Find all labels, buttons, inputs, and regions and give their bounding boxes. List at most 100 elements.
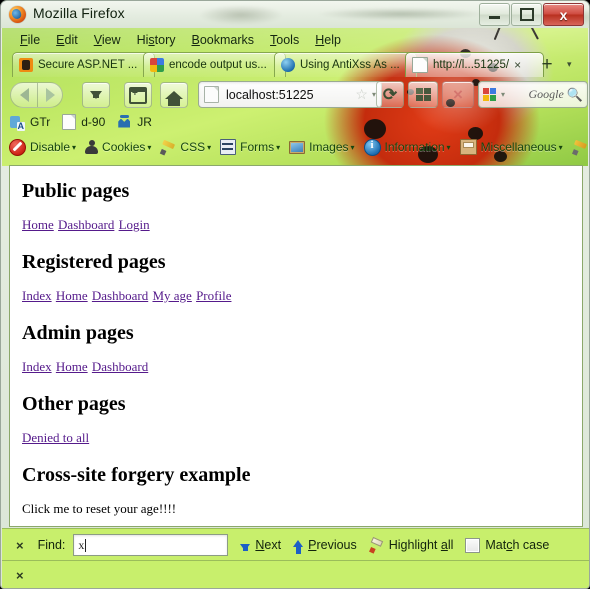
miscellaneous-icon	[459, 139, 477, 155]
browser-chrome: File Edit View History Bookmarks Tools H…	[2, 28, 588, 166]
find-previous-button[interactable]: Previous	[293, 538, 357, 554]
find-close-icon[interactable]: ×	[16, 538, 24, 553]
firefox-logo-icon	[9, 6, 26, 23]
match-case-checkbox[interactable]: Match case	[465, 537, 550, 553]
apps-button[interactable]	[408, 81, 438, 108]
navigation-toolbar: localhost:51225 ☆ ▾ ⟳ × ▾ Google 🔍	[2, 78, 588, 108]
bookmark-label: d-90	[81, 115, 106, 129]
status-close-icon[interactable]: ×	[16, 568, 24, 583]
stop-button[interactable]: ×	[442, 81, 474, 108]
find-bar: × Find: x Next Previous Highlight all Ma…	[2, 528, 589, 561]
link-public-login[interactable]: Login	[119, 217, 150, 232]
tab-secure-aspnet[interactable]: Secure ASP.NET ...	[12, 52, 155, 77]
devbar-item-miscellaneous[interactable]: Miscellaneous ▾	[459, 139, 563, 155]
minimize-icon	[489, 16, 500, 19]
link-admin-index[interactable]: Index	[22, 359, 52, 374]
find-input[interactable]: x	[73, 534, 229, 556]
find-next-button[interactable]: Next	[240, 538, 281, 552]
web-developer-toolbar: Disable ▾ Cookies ▾ CSS ▾ Forms ▾ Images	[2, 134, 588, 160]
bookmark-gtr[interactable]: GTr	[10, 115, 51, 131]
url-bar[interactable]: localhost:51225 ☆ ▾	[198, 81, 382, 108]
devbar-item-outline[interactable]: Ou	[572, 140, 588, 155]
tab-close-icon[interactable]: ×	[514, 59, 521, 71]
subscribe-icon	[129, 86, 147, 104]
forward-button[interactable]	[37, 82, 63, 108]
reload-button[interactable]: ⟳	[376, 81, 404, 108]
forms-icon	[220, 139, 237, 155]
tab-using-antixss[interactable]: Using AntiXss As ...	[274, 52, 417, 77]
bookmark-jr[interactable]: JR	[117, 114, 152, 130]
bookmark-d90[interactable]: d-90	[62, 114, 105, 130]
devbar-label: Images	[309, 140, 349, 154]
devbar-label: Information	[384, 140, 445, 154]
find-label: Find:	[37, 538, 66, 552]
close-button[interactable]: x	[543, 3, 584, 26]
list-all-tabs-icon[interactable]: ▾	[567, 59, 572, 70]
aspnet-favicon-icon	[19, 58, 33, 72]
menu-item-help[interactable]: Help	[307, 31, 349, 49]
link-public-dashboard[interactable]: Dashboard	[58, 217, 114, 232]
tab-localhost-active[interactable]: http://l...51225/ ×	[405, 52, 544, 77]
title-bar[interactable]: Mozilla Firefox x	[1, 1, 589, 28]
crown-icon	[117, 114, 132, 130]
status-bar: ×	[2, 560, 589, 588]
link-row-other: Denied to all	[22, 430, 570, 446]
find-input-value: x	[78, 537, 85, 552]
csrf-text: Click me to reset your age!!!!	[22, 501, 177, 516]
devbar-item-information[interactable]: Information ▾	[363, 138, 451, 156]
devbar-label: Cookies	[102, 140, 146, 154]
link-registered-profile[interactable]: Profile	[196, 288, 231, 303]
text-cursor	[85, 538, 87, 552]
menu-item-tools[interactable]: Tools	[262, 31, 307, 49]
chevron-down-icon: ▾	[276, 142, 281, 152]
maximize-button[interactable]	[511, 3, 542, 26]
bookmark-label: GTr	[30, 115, 51, 129]
link-admin-home[interactable]: Home	[56, 359, 88, 374]
content-area: Public pages Home Dashboard Login Regist…	[9, 165, 583, 527]
find-previous-label: Previous	[308, 538, 357, 552]
search-input[interactable]: Google	[505, 87, 563, 102]
disable-icon	[9, 138, 26, 156]
devbar-item-images[interactable]: Images ▾	[289, 140, 355, 154]
checkbox-icon	[465, 537, 481, 553]
search-bar[interactable]: ▾ Google 🔍	[478, 81, 588, 108]
ie-favicon-icon	[281, 58, 295, 72]
subscribe-button[interactable]	[124, 82, 152, 108]
menu-bar: File Edit View History Bookmarks Tools H…	[2, 29, 349, 50]
arrow-down-icon	[240, 543, 251, 551]
stop-icon: ×	[453, 85, 463, 104]
tab-encode-output[interactable]: encode output us...	[143, 52, 286, 77]
url-input[interactable]: localhost:51225	[226, 88, 353, 102]
menu-item-view[interactable]: View	[86, 31, 129, 49]
menu-item-edit[interactable]: Edit	[48, 31, 86, 49]
cookies-icon	[85, 139, 99, 155]
link-registered-home[interactable]: Home	[56, 288, 88, 303]
highlight-all-button[interactable]: Highlight all	[369, 538, 454, 552]
chevron-down-icon: ▾	[350, 142, 355, 152]
bookmark-label: JR	[137, 115, 152, 129]
link-registered-index[interactable]: Index	[22, 288, 52, 303]
home-button[interactable]	[160, 82, 188, 108]
link-row-public: Home Dashboard Login	[22, 217, 570, 233]
google-favicon-icon	[150, 58, 164, 72]
link-public-home[interactable]: Home	[22, 217, 54, 232]
minimize-button[interactable]	[479, 3, 510, 26]
menu-item-bookmarks[interactable]: Bookmarks	[184, 31, 263, 49]
heading-cross-site-forgery: Cross-site forgery example	[22, 464, 251, 486]
downloads-button[interactable]	[82, 82, 110, 108]
link-registered-my-age[interactable]: My age	[152, 288, 191, 303]
bookmark-star-icon[interactable]: ☆	[355, 86, 368, 103]
new-tab-button[interactable]: +	[536, 54, 558, 75]
devbar-item-css[interactable]: CSS ▾	[160, 140, 211, 155]
devbar-item-disable[interactable]: Disable ▾	[9, 138, 76, 156]
link-denied-to-all[interactable]: Denied to all	[22, 430, 89, 445]
window-controls: x	[479, 3, 584, 26]
back-button[interactable]	[10, 82, 37, 108]
devbar-item-cookies[interactable]: Cookies ▾	[85, 139, 151, 155]
match-case-label: Match case	[485, 538, 550, 552]
link-admin-dashboard[interactable]: Dashboard	[92, 359, 148, 374]
menu-item-history[interactable]: History	[129, 31, 184, 49]
link-registered-dashboard[interactable]: Dashboard	[92, 288, 148, 303]
menu-item-file[interactable]: File	[12, 31, 48, 49]
devbar-item-forms[interactable]: Forms ▾	[220, 139, 280, 155]
